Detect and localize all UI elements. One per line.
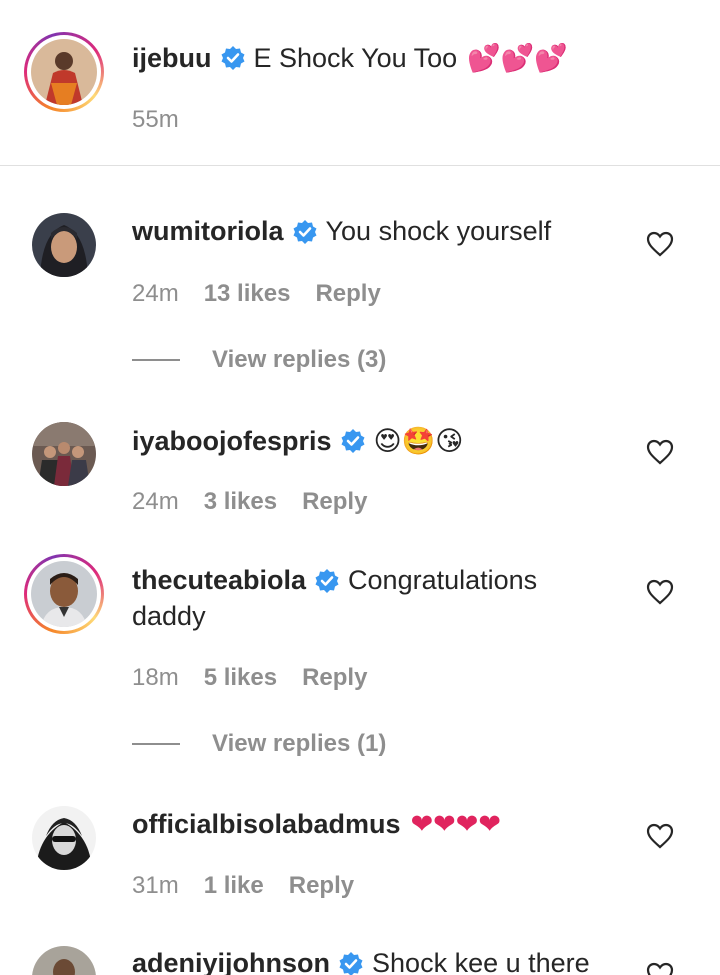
comment-text: You shock yourself (325, 216, 552, 246)
timestamp: 31m (132, 872, 179, 899)
like-heart-icon[interactable] (646, 962, 674, 975)
reply-button[interactable]: Reply (289, 872, 354, 900)
username[interactable]: wumitoriola (132, 216, 284, 247)
verified-badge-icon (314, 568, 340, 594)
verified-badge-icon (338, 951, 364, 975)
post-caption: ijebuu E Shock You Too 💕💕💕 55m (0, 0, 720, 166)
timestamp: 24m (132, 488, 179, 515)
timestamp: 24m (132, 280, 179, 307)
verified-badge-icon (340, 428, 366, 454)
replies-divider (132, 743, 180, 745)
timestamp: 18m (132, 664, 179, 691)
like-heart-icon[interactable] (646, 231, 674, 257)
view-replies-label: View replies (3) (212, 346, 387, 373)
likes-count[interactable]: 13 likes (204, 280, 291, 308)
comment-text: Congratulations (348, 565, 538, 595)
avatar[interactable] (32, 946, 96, 975)
comment-emoji: ❤❤❤❤ (410, 809, 502, 840)
story-ring[interactable] (24, 554, 104, 634)
view-replies-button[interactable]: View replies (3) (132, 346, 386, 374)
likes-count[interactable]: 5 likes (204, 664, 277, 692)
likes-count[interactable]: 1 like (204, 872, 264, 900)
username[interactable]: adeniyijohnson (132, 948, 330, 975)
avatar[interactable] (32, 422, 96, 486)
like-heart-icon[interactable] (646, 579, 674, 605)
timestamp: 55m (132, 106, 179, 133)
avatar[interactable] (31, 561, 97, 627)
avatar[interactable] (31, 39, 97, 105)
username[interactable]: iyaboojofespris (132, 426, 332, 457)
username[interactable]: officialbisolabadmus (132, 809, 401, 840)
likes-count[interactable]: 3 likes (204, 488, 277, 516)
caption-emoji: 💕💕💕 (467, 43, 569, 74)
story-ring[interactable] (24, 32, 104, 112)
like-heart-icon[interactable] (646, 823, 674, 849)
replies-divider (132, 359, 180, 361)
caption-text: E Shock You Too (253, 42, 458, 73)
like-heart-icon[interactable] (646, 439, 674, 465)
view-replies-label: View replies (1) (212, 730, 387, 757)
verified-badge-icon (292, 219, 318, 245)
reply-button[interactable]: Reply (315, 280, 380, 308)
comment-text-continued: daddy (132, 601, 206, 631)
avatar[interactable] (32, 806, 96, 870)
reply-button[interactable]: Reply (302, 664, 367, 692)
username[interactable]: ijebuu (132, 43, 212, 74)
comment-text: Shock kee u there (372, 948, 590, 975)
avatar[interactable] (32, 213, 96, 277)
verified-badge-icon (220, 45, 246, 71)
username[interactable]: thecuteabiola (132, 565, 306, 596)
reply-button[interactable]: Reply (302, 488, 367, 516)
view-replies-button[interactable]: View replies (1) (132, 730, 386, 758)
comment-emoji: 😍🤩😘 (373, 426, 464, 457)
